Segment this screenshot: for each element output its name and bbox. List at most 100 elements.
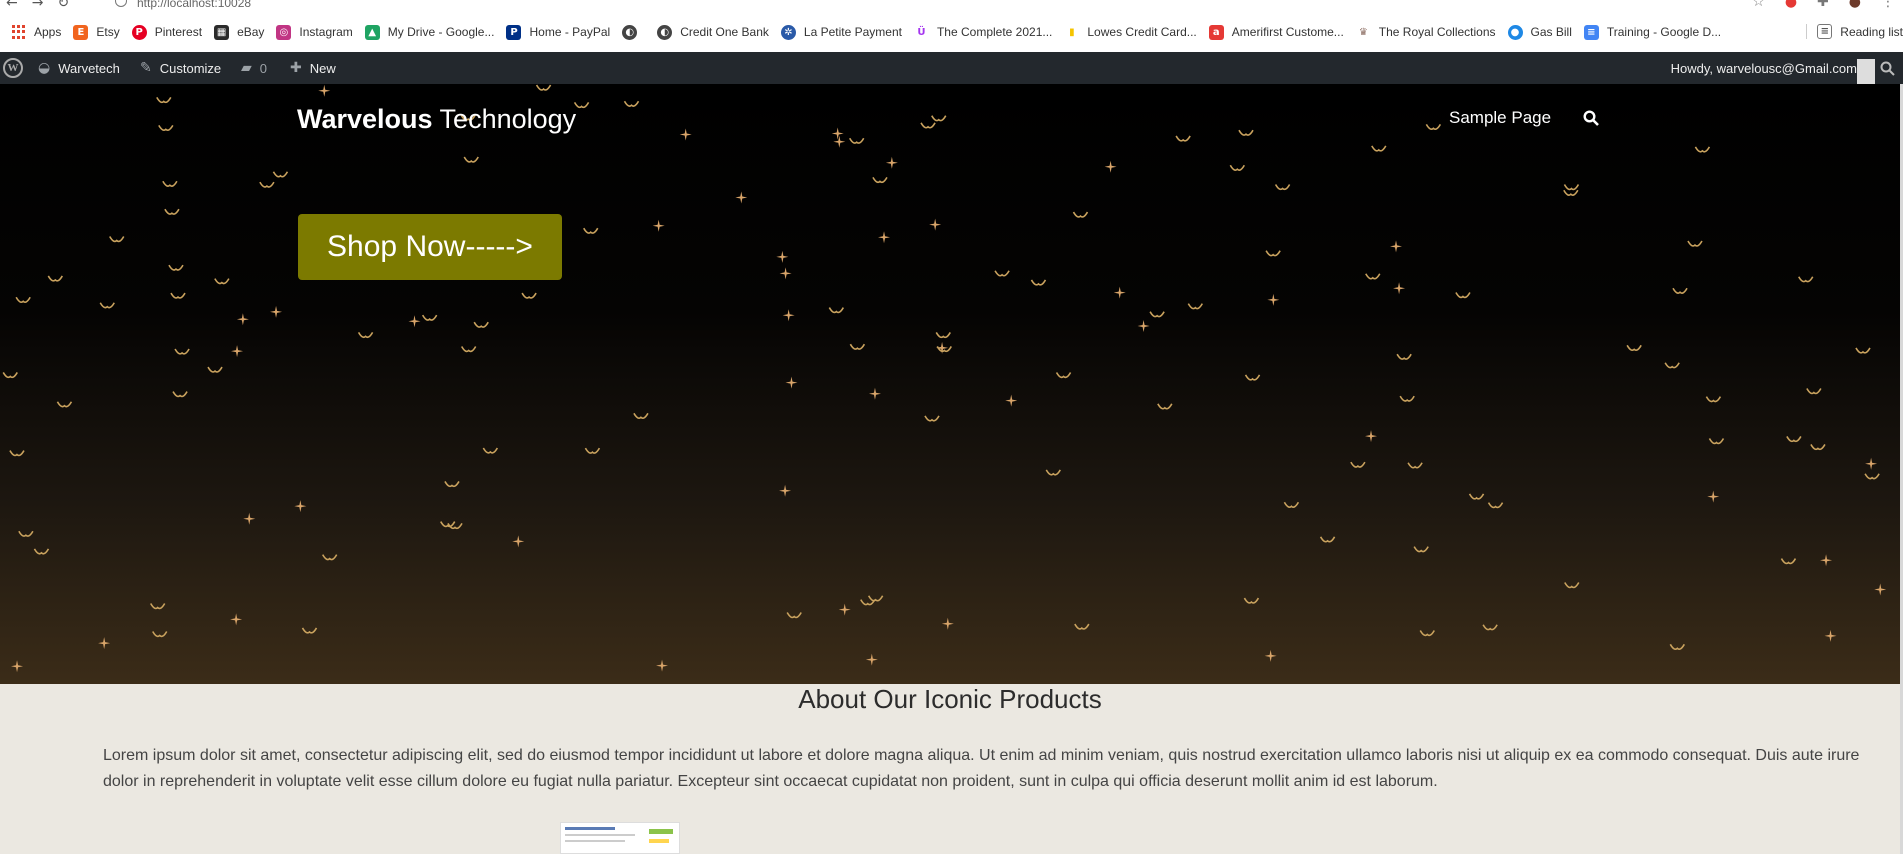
bookmark-label: Amerifirst Custome... [1231, 25, 1344, 39]
butterfly-shape [1407, 462, 1423, 469]
butterfly-shape [1074, 623, 1090, 630]
sparkle-shape [785, 376, 798, 389]
bookmark-apps[interactable]: Apps [12, 24, 62, 40]
sparkle-shape [1820, 554, 1833, 567]
sparkle-shape [230, 613, 243, 626]
product-thumbnail-image[interactable] [560, 822, 680, 854]
butterfly-shape [1672, 287, 1688, 294]
sparkle-shape [679, 128, 692, 141]
lowes-icon: ▮ [1064, 24, 1080, 40]
butterfly-shape [1244, 374, 1261, 381]
bookmark-training[interactable]: ≡ Training - Google D... [1583, 24, 1721, 40]
butterfly-shape [109, 236, 125, 243]
bookmark-gas-bill[interactable]: ● Gas Bill [1507, 24, 1572, 40]
opera-icon[interactable]: ● [1785, 0, 1797, 10]
comments-button[interactable]: ▰ 0 [241, 52, 267, 84]
sparkle-shape [831, 127, 844, 140]
butterfly-shape [47, 275, 63, 282]
new-label: New [309, 60, 336, 76]
butterfly-shape [1238, 129, 1254, 136]
butterfly-shape [867, 595, 884, 602]
butterfly-shape [1563, 189, 1579, 196]
butterfly-shape [1229, 164, 1246, 171]
sparkle-shape [11, 660, 24, 673]
butterfly-shape [1669, 643, 1686, 650]
butterfly-shape [1365, 273, 1381, 280]
bookmark-instagram[interactable]: ◎ Instagram [276, 24, 353, 40]
butterfly-shape [583, 227, 599, 234]
sparkle-shape [652, 219, 665, 232]
butterfly-shape [149, 603, 166, 610]
search-icon [1583, 110, 1599, 126]
dashboard-icon: ◒ [38, 60, 51, 76]
bookmark-amerifirst[interactable]: a Amerifirst Custome... [1208, 24, 1344, 40]
butterfly-shape [1157, 403, 1173, 410]
butterfly-shape [1563, 184, 1580, 191]
site-title[interactable]: Warvelous Technology [297, 104, 576, 135]
account-menu[interactable]: Howdy, warvelousc@Gmail.com [1671, 52, 1857, 84]
customize-button[interactable]: ✎ Customize [140, 52, 221, 84]
bookmark-pinterest[interactable]: P Pinterest [131, 24, 203, 40]
butterfly-shape [535, 84, 552, 91]
sparkle-shape [878, 231, 891, 244]
wordpress-logo-button[interactable]: W [0, 52, 26, 84]
address-bar[interactable]: http://localhost:10028 [137, 0, 251, 10]
menu-kebab-icon[interactable]: ⋮ [1881, 0, 1895, 10]
butterfly-shape [207, 366, 223, 373]
nav-sample-page[interactable]: Sample Page [1449, 108, 1551, 128]
sparkle-shape [1365, 430, 1378, 443]
butterfly-shape [421, 314, 438, 321]
shop-now-button[interactable]: Shop Now-----> [298, 214, 562, 280]
bookmarks-bar: Apps E Etsy P Pinterest ▦ eBay ◎ Instagram ▲… [0, 12, 1903, 53]
google-drive-icon: ▲ [364, 24, 380, 40]
butterfly-shape [623, 100, 640, 107]
browser-nav-icons[interactable]: ←→↻ [6, 0, 83, 11]
bookmark-etsy[interactable]: E Etsy [73, 24, 120, 40]
sparkle-shape [1393, 282, 1406, 295]
etsy-icon: E [73, 24, 89, 40]
butterfly-shape [2, 372, 18, 379]
butterfly-shape [920, 122, 936, 129]
bookmark-paypal[interactable]: P Home - PayPal [506, 24, 610, 40]
bookmark-my-drive[interactable]: ▲ My Drive - Google... [364, 24, 494, 40]
header-search-button[interactable] [1583, 110, 1599, 131]
bookmark-ebay[interactable]: ▦ eBay [214, 24, 264, 40]
butterfly-shape [935, 332, 951, 339]
butterfly-shape [786, 612, 802, 619]
butterfly-shape [872, 176, 888, 184]
bookmark-label: Apps [34, 25, 62, 39]
sparkle-shape [1824, 629, 1837, 642]
reading-list-label: Reading list [1840, 24, 1903, 39]
butterfly-shape [1855, 347, 1871, 354]
amerifirst-icon: a [1208, 24, 1224, 40]
reading-list[interactable]: ≡ Reading list [1806, 24, 1903, 39]
comment-bubble-icon: ▰ [241, 60, 252, 76]
extensions-icon[interactable]: ✚ [1817, 0, 1829, 10]
butterfly-shape [214, 278, 230, 285]
bookmark-complete-2021[interactable]: Ü The Complete 2021... [913, 24, 1053, 40]
butterfly-shape [99, 302, 115, 309]
butterfly-shape [172, 391, 188, 398]
site-name-button[interactable]: ◒ Warvetech [38, 52, 120, 84]
sparkle-shape [243, 512, 256, 525]
bookmark-star-icon[interactable]: ☆ [1752, 0, 1765, 10]
howdy-label: Howdy, warvelousc@Gmail.com [1670, 60, 1857, 76]
butterfly-shape [1864, 473, 1880, 480]
profile-avatar[interactable]: ● [1849, 0, 1861, 10]
bookmark-label: The Complete 2021... [936, 25, 1053, 39]
butterfly-shape [158, 124, 174, 132]
search-icon [1880, 61, 1895, 76]
bookmark-royal-collections[interactable]: ♛ The Royal Collections [1355, 24, 1496, 40]
sparkle-shape [779, 267, 792, 280]
bookmark-la-petite[interactable]: ✲ La Petite Payment [780, 24, 902, 40]
bookmark-unnamed[interactable]: ◐ [622, 24, 645, 40]
sparkle-shape [941, 617, 954, 630]
bookmark-credit-one[interactable]: ◐ Credit One Bank [657, 24, 769, 40]
new-content-button[interactable]: ✚ New [290, 52, 336, 84]
site-info-icon[interactable] [115, 0, 127, 7]
bookmark-lowes[interactable]: ▮ Lowes Credit Card... [1064, 24, 1197, 40]
bookmark-label: Pinterest [154, 25, 203, 39]
adminbar-search-button[interactable] [1880, 52, 1895, 84]
butterfly-shape [1187, 303, 1204, 310]
butterfly-shape [521, 292, 537, 299]
